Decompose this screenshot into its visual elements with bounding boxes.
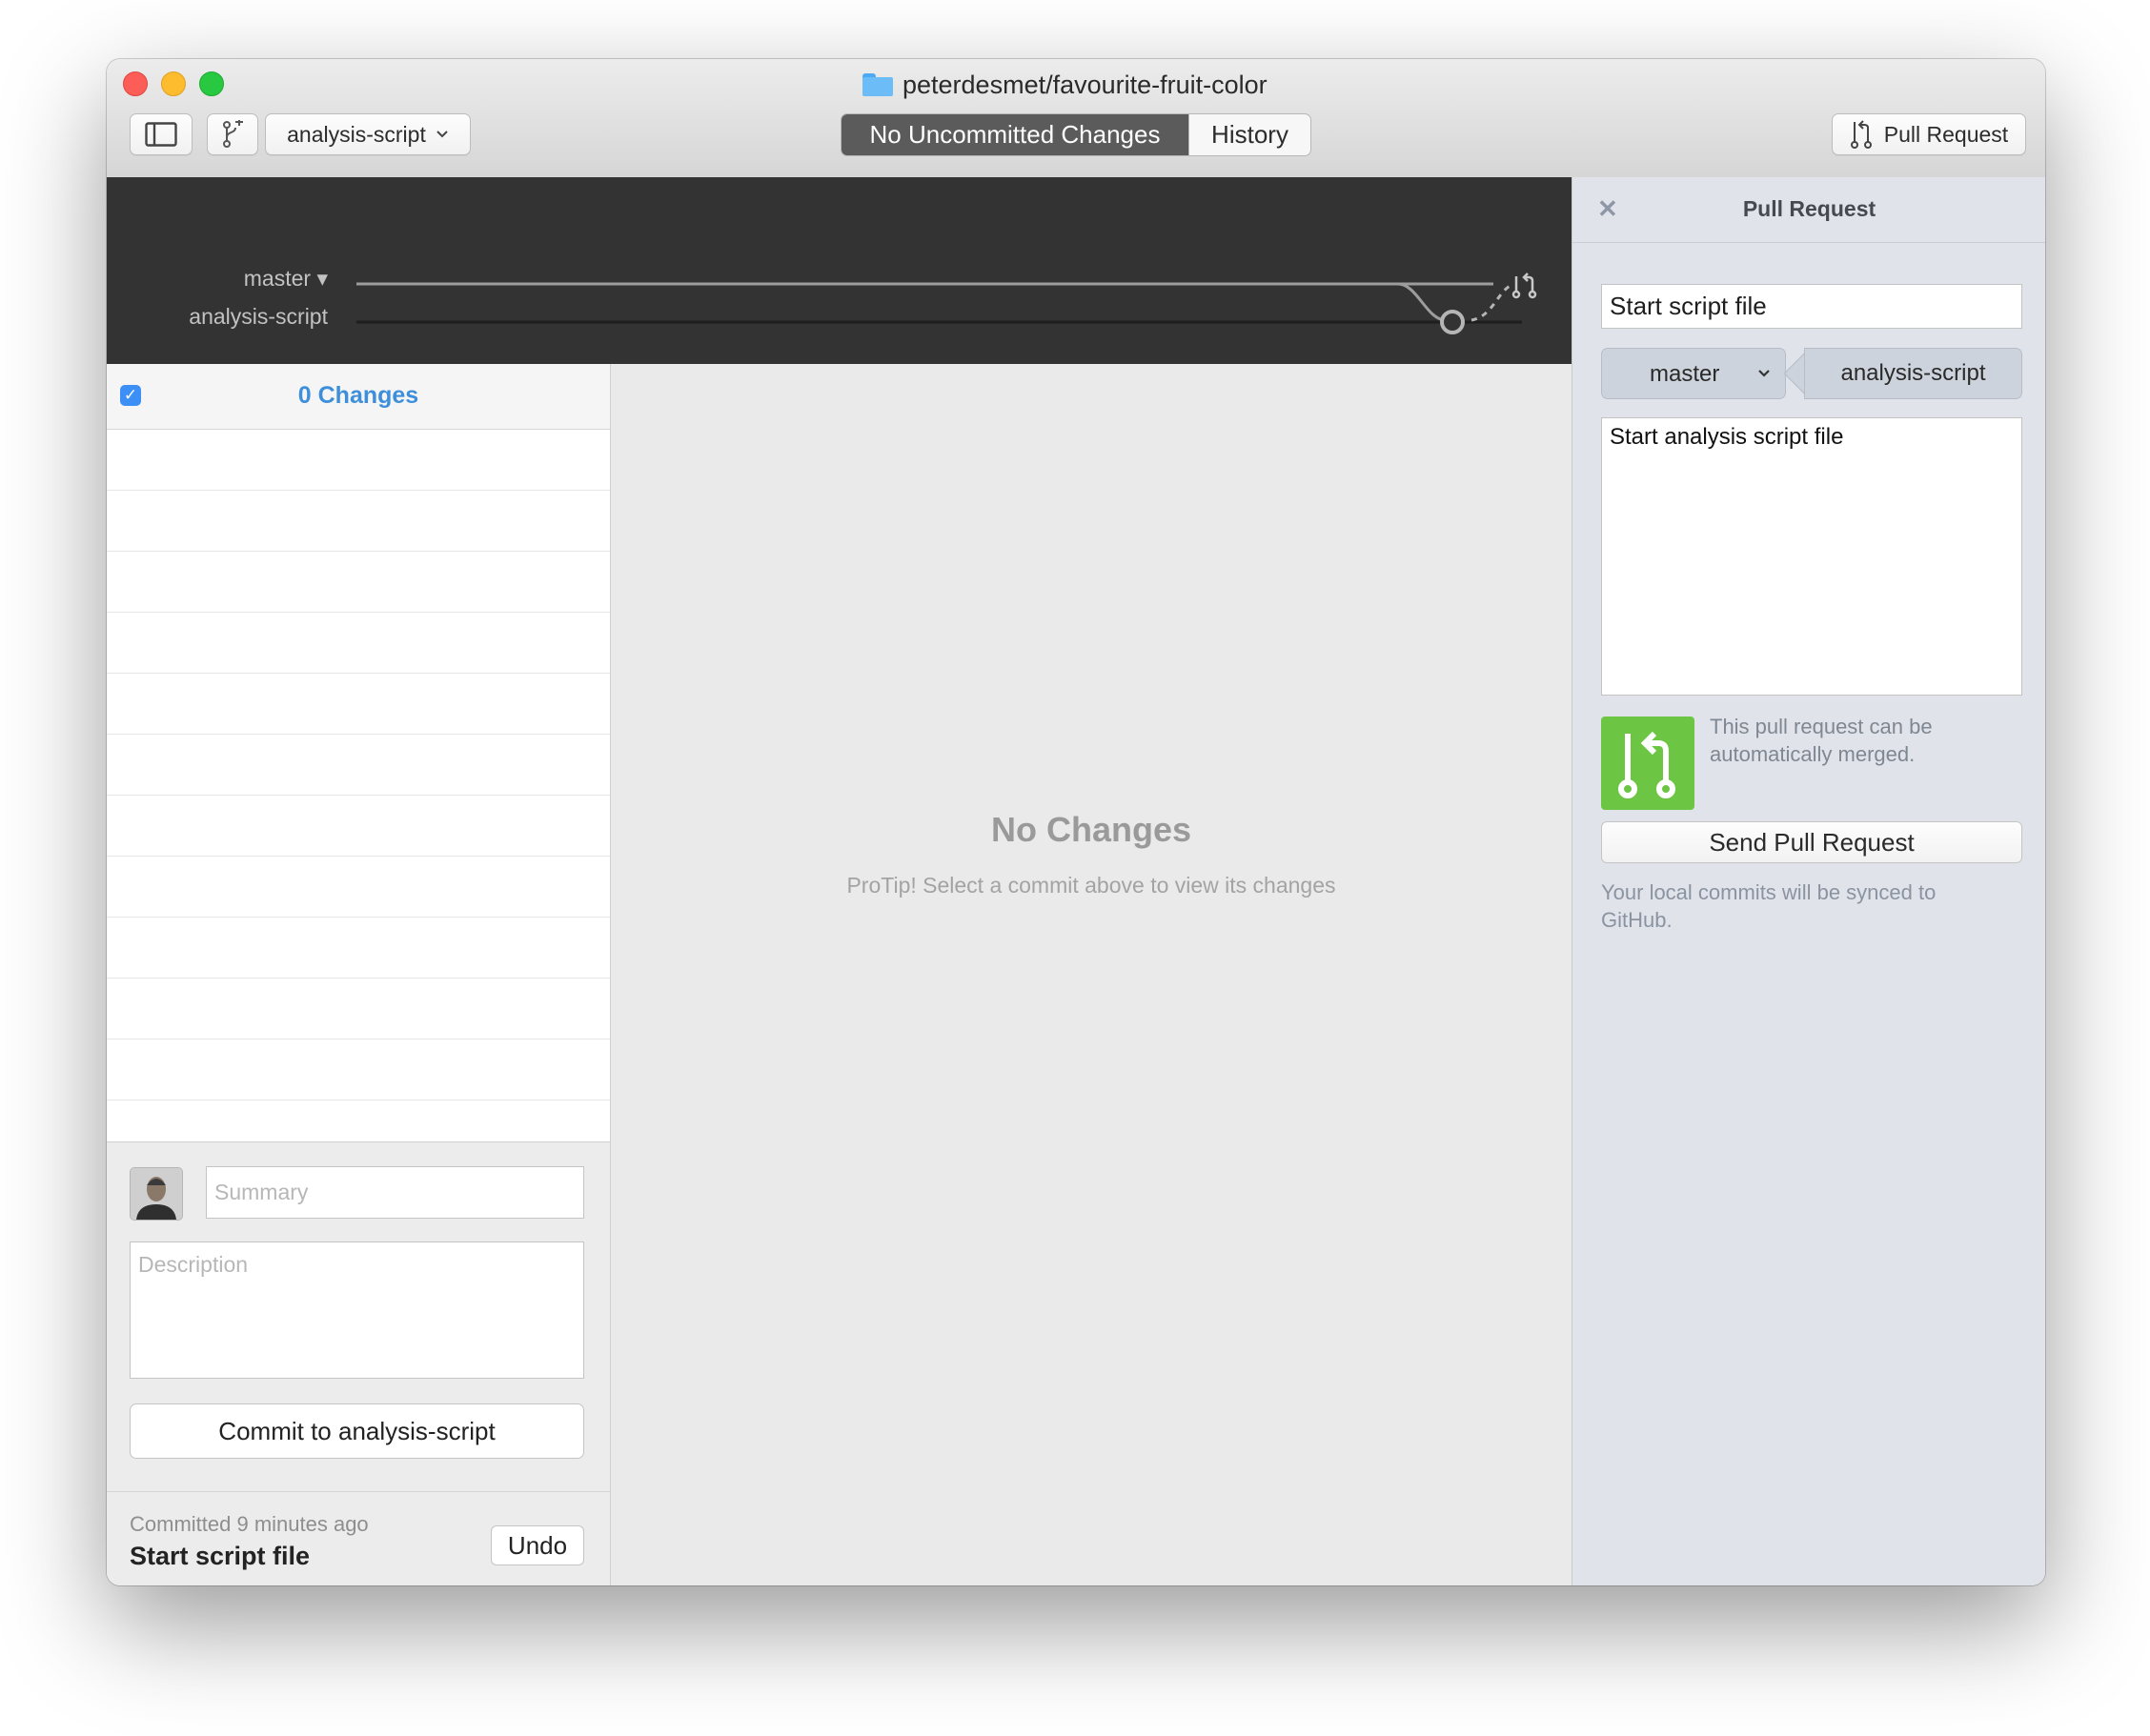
tab-history[interactable]: History: [1188, 114, 1310, 155]
sidebar-icon: [145, 122, 177, 147]
pull-request-description-input[interactable]: Start analysis script file: [1601, 417, 2022, 696]
pull-request-icon: [1850, 120, 1872, 149]
protip-text: ProTip! Select a commit above to view it…: [846, 873, 1336, 898]
tab-uncommitted-changes[interactable]: No Uncommitted Changes: [842, 114, 1188, 155]
undo-button[interactable]: Undo: [491, 1525, 584, 1565]
timeline-pull-request-icon: [1511, 273, 1537, 299]
list-item: [107, 979, 610, 1040]
commit-node[interactable]: [1440, 310, 1465, 334]
pull-request-button-label: Pull Request: [1883, 121, 2009, 147]
list-item: [107, 857, 610, 918]
titlebar: peterdesmet/favourite-fruit-color analys…: [107, 59, 2045, 178]
list-item: [107, 613, 610, 674]
list-item: [107, 918, 610, 979]
list-item: [107, 796, 610, 857]
repository-name: peterdesmet/favourite-fruit-color: [903, 70, 1268, 99]
sidebar-toggle-button[interactable]: [130, 113, 193, 155]
last-commit: Committed 9 minutes ago Start script fil…: [107, 1491, 610, 1585]
pull-request-panel: ✕ Pull Request master analysis-script St…: [1572, 177, 2045, 1585]
pull-request-button[interactable]: Pull Request: [1832, 113, 2026, 155]
send-pull-request-button[interactable]: Send Pull Request: [1601, 821, 2022, 863]
list-item: [107, 552, 610, 613]
base-branch-label: master: [1650, 361, 1720, 387]
description-input[interactable]: [130, 1241, 584, 1379]
empty-state-title: No Changes: [990, 810, 1192, 849]
zoom-window-button[interactable]: [199, 71, 224, 96]
pull-request-header: ✕ Pull Request: [1572, 177, 2045, 243]
pull-request-panel-title: Pull Request: [1742, 196, 1876, 221]
last-commit-time: Committed 9 minutes ago: [130, 1512, 369, 1536]
merge-status-text: This pull request can be automatically m…: [1710, 715, 1933, 766]
avatar: [130, 1167, 183, 1221]
compare-branch-selector[interactable]: analysis-script: [1804, 348, 2022, 399]
commit-area: Commit to analysis-script Committed 9 mi…: [107, 1141, 610, 1585]
list-item: [107, 491, 610, 552]
changes-header: ✓ 0 Changes: [107, 364, 610, 430]
diff-area: No Changes ProTip! Select a commit above…: [611, 364, 1572, 1585]
folder-icon: [862, 73, 893, 96]
changes-panel: ✓ 0 Changes Summary Description Commit t…: [107, 364, 611, 1585]
merge-icon: [1601, 717, 1694, 810]
branch-selector-label: analysis-script: [287, 121, 426, 147]
user-avatar-image: [131, 1168, 182, 1220]
commit-button[interactable]: Commit to analysis-script: [130, 1403, 584, 1459]
minimize-window-button[interactable]: [161, 71, 186, 96]
list-item: [107, 430, 610, 491]
chevron-down-icon: [1758, 370, 1770, 377]
branch-timeline: master ▾ analysis-script: [107, 177, 1572, 364]
branch-add-icon: [223, 120, 243, 148]
base-branch-selector[interactable]: master: [1601, 348, 1786, 399]
file-list: [107, 430, 610, 1141]
close-window-button[interactable]: [123, 71, 148, 96]
branch-curve: [1397, 282, 1447, 322]
summary-input[interactable]: [206, 1166, 584, 1219]
sync-note: Your local commits will be synced to Git…: [1601, 880, 1937, 932]
chevron-down-icon: [436, 131, 448, 138]
window-title: peterdesmet/favourite-fruit-color: [862, 69, 1268, 101]
list-item: [107, 735, 610, 796]
pending-pr-curve: [1471, 283, 1513, 322]
changes-count: 0 Changes: [297, 382, 419, 409]
list-item: [107, 674, 610, 735]
view-switcher: No Uncommitted Changes History: [841, 113, 1311, 156]
pull-request-title-input[interactable]: [1601, 284, 2022, 329]
last-commit-title: Start script file: [130, 1542, 311, 1570]
new-branch-button[interactable]: [207, 113, 258, 155]
timeline-graph: [356, 273, 1537, 334]
branch-selector[interactable]: analysis-script: [265, 113, 471, 155]
list-item: [107, 1040, 610, 1100]
list-item: [107, 1100, 610, 1141]
app-window: peterdesmet/favourite-fruit-color analys…: [107, 59, 2045, 1585]
